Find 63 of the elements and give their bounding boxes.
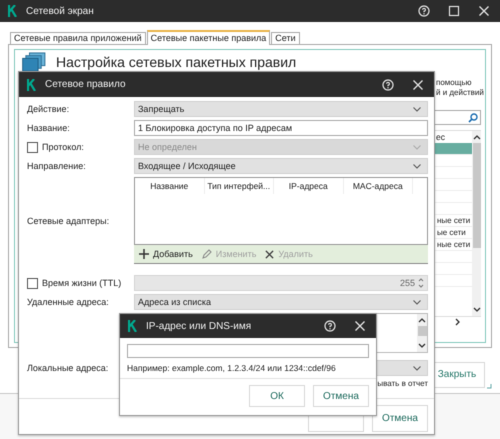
close-icon[interactable] — [478, 5, 490, 17]
logo-icon — [128, 320, 138, 332]
caret-icon — [413, 366, 421, 370]
column-header[interactable]: Название — [135, 178, 204, 194]
scroll-thumb[interactable] — [472, 143, 480, 248]
dialog-title: Сетевое правило — [45, 79, 126, 90]
help-icon[interactable] — [418, 5, 430, 17]
plus-icon — [139, 249, 149, 259]
dropdown[interactable]: Запрещать — [134, 101, 428, 117]
column-header[interactable]: MAC-адреса — [344, 178, 413, 194]
page-heading: Настройка сетевых пакетных правил — [56, 54, 296, 70]
caret-icon — [413, 144, 421, 150]
description-text: й и действий — [435, 88, 481, 98]
scrollbar[interactable] — [417, 314, 427, 352]
chevron-up-icon[interactable] — [418, 317, 426, 323]
cancel-button[interactable]: Отмена — [372, 405, 428, 432]
windows-icon — [22, 52, 46, 72]
logo-icon — [27, 78, 37, 90]
resize-grip-icon[interactable] — [486, 383, 492, 389]
tab[interactable]: Сетевые пакетные правила — [146, 30, 270, 45]
field-label: Направление: — [27, 161, 86, 171]
scroll-thumb[interactable] — [418, 326, 426, 336]
help-icon[interactable] — [382, 78, 394, 90]
ok-button[interactable]: ОК — [249, 385, 305, 407]
caret-icon — [413, 164, 421, 168]
search-icon — [468, 112, 478, 122]
caret-icon — [413, 106, 421, 112]
scrollbar[interactable] — [472, 131, 481, 316]
chevron-up-icon[interactable] — [472, 134, 480, 140]
dialog-title: IP-адрес или DNS-имя — [146, 320, 252, 332]
dropdown[interactable]: Входящее / Исходящее — [134, 158, 428, 174]
chevron-down-icon[interactable] — [418, 343, 426, 349]
field-label: Время жизни (TTL) — [42, 278, 122, 288]
caret-icon — [413, 300, 421, 304]
address-input-field[interactable] — [127, 344, 369, 358]
field-label: Сетевые адаптеры: — [27, 216, 110, 226]
field-label: Удаленные адреса: — [27, 297, 109, 307]
cancel-button[interactable]: Отмена — [313, 385, 369, 407]
chevron-down-icon[interactable] — [472, 307, 480, 313]
logo-icon — [8, 5, 18, 17]
field-label: Протокол: — [42, 142, 84, 152]
field-label: Действие: — [27, 104, 70, 114]
maximize-icon[interactable] — [448, 5, 460, 17]
dropdown[interactable]: Адреса из списка — [134, 294, 428, 310]
close-icon[interactable] — [354, 320, 366, 332]
tab[interactable]: Сетевые правила приложений — [10, 32, 146, 44]
field-label: Название: — [27, 123, 70, 133]
cross-icon — [265, 250, 274, 258]
help-icon[interactable] — [324, 320, 336, 332]
field-label: Локальные адреса: — [27, 363, 108, 373]
column-header: ес — [435, 131, 446, 143]
add-button[interactable]: Добавить — [139, 249, 193, 259]
close-icon[interactable] — [412, 78, 424, 90]
column-header[interactable]: Тип интерфей... — [204, 178, 274, 194]
description-text: помощью — [435, 78, 472, 88]
checkbox-label: ывать в отчет — [377, 379, 428, 388]
tab[interactable]: Сети — [271, 32, 300, 44]
pencil-icon — [202, 249, 212, 259]
window-title: Сетевой экран — [26, 6, 94, 16]
column-header[interactable]: IP-адреса — [274, 178, 344, 194]
chevron-right-icon[interactable] — [454, 318, 460, 326]
name-input-field[interactable]: 1 Блокировка доступа по IP адресам — [134, 120, 428, 136]
hint-text: Например: example.com, 1.2.3.4/24 или 1234::cdef/96 — [127, 363, 337, 373]
